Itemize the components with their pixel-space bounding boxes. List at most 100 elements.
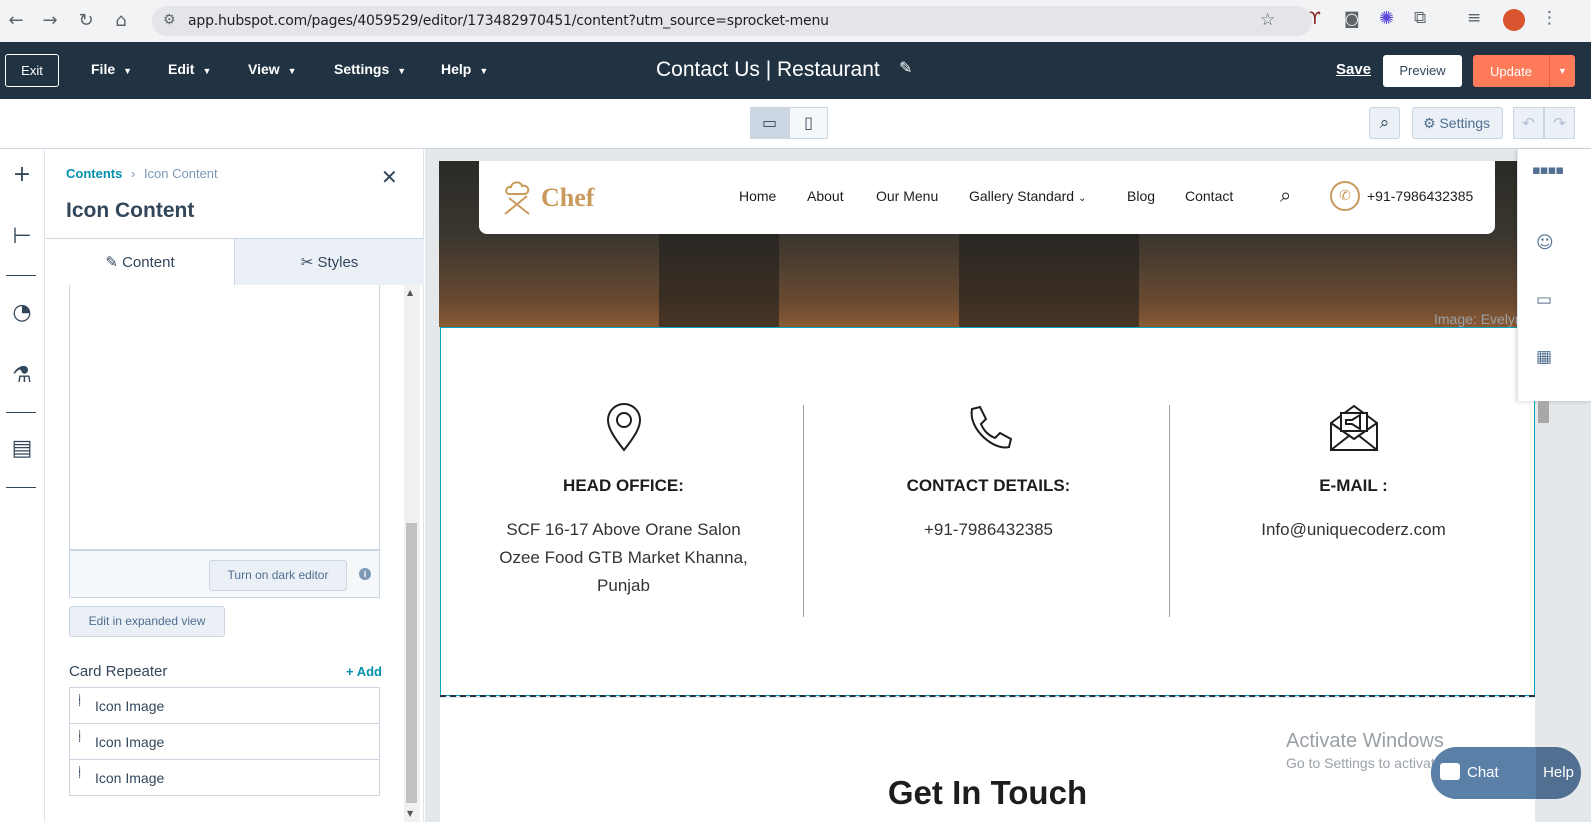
assistant-icon[interactable]: ☺	[1536, 233, 1554, 253]
chevron-down-icon[interactable]: ▼	[1549, 55, 1575, 87]
site-info-icon[interactable]: ⚙	[163, 12, 176, 28]
redo-button[interactable]: ↷	[1544, 107, 1575, 139]
chevron-down-icon: ▼	[397, 66, 407, 76]
kebab-menu-icon[interactable]: ⋮	[1541, 8, 1558, 28]
camera-icon[interactable]: ◙	[1344, 9, 1360, 28]
page-scrollbar-thumb[interactable]	[1538, 401, 1549, 423]
settings-button[interactable]: ⚙ Settings	[1412, 107, 1503, 139]
chevron-down-icon: ▼	[202, 66, 212, 76]
menu-view[interactable]: View ▼	[248, 61, 297, 77]
menu-view-label: View	[248, 61, 280, 77]
chevron-down-icon: ⌄	[1077, 193, 1087, 204]
card-item[interactable]: ⁞ ⁞ Icon Image	[69, 759, 380, 796]
browser-toolbar: ← → ↻ ⌂ ⚙ app.hubspot.com/pages/4059529/…	[0, 0, 1591, 42]
image-credit: Image: Evelyn	[1434, 311, 1523, 327]
star-icon[interactable]: ☆	[1260, 10, 1275, 30]
add-icon[interactable]: +	[8, 161, 36, 189]
rail-divider	[6, 487, 36, 488]
drag-handle-icon[interactable]: ⁞ ⁞	[78, 694, 84, 716]
column-divider	[1169, 405, 1170, 617]
address-line: SCF 16-17 Above Orane Salon	[506, 520, 741, 539]
add-card-button[interactable]: + Add	[346, 664, 382, 679]
tab-styles[interactable]: ✂ Styles	[234, 239, 424, 285]
scroll-down-icon[interactable]: ▼	[407, 809, 413, 818]
page-icon[interactable]: ▤	[8, 435, 36, 463]
card-item[interactable]: ⁞ ⁞ Icon Image	[69, 723, 380, 760]
update-label: Update	[1490, 64, 1532, 79]
puzzle-icon[interactable]: ⧉	[1414, 8, 1426, 28]
chef-logo[interactable]: Chef	[499, 178, 599, 218]
desktop-icon: ▭	[761, 113, 778, 132]
nav-our-menu[interactable]: Our Menu	[876, 188, 938, 204]
help-button[interactable]: Help	[1536, 747, 1581, 799]
nav-about[interactable]: About	[807, 188, 844, 204]
apps-grid-icon[interactable]: ▪▪▪▪	[1532, 163, 1564, 178]
mobile-view-button[interactable]: ▯	[789, 107, 828, 139]
search-icon[interactable]: ⌕	[1280, 183, 1291, 207]
info-icon[interactable]: i	[359, 568, 371, 580]
rail-divider	[6, 275, 36, 276]
desktop-view-button[interactable]: ▭	[750, 107, 789, 139]
forward-arrow-icon[interactable]: →	[40, 11, 60, 31]
editor-footer: Turn on dark editor i	[69, 550, 380, 598]
search-button[interactable]: ⌕	[1369, 107, 1400, 139]
extension-icon[interactable]: ϒ	[1309, 9, 1321, 29]
expanded-view-button[interactable]: Edit in expanded view	[69, 606, 225, 637]
home-icon[interactable]: ⌂	[111, 11, 131, 31]
undo-button[interactable]: ↶	[1513, 107, 1544, 139]
phone-icon	[806, 403, 1171, 458]
tab-content[interactable]: ✎ Content	[46, 239, 234, 285]
card-item-label: Icon Image	[95, 734, 165, 750]
menu-edit-label: Edit	[168, 61, 195, 77]
update-button[interactable]: Update ▼	[1473, 55, 1575, 87]
scrollbar-thumb[interactable]	[406, 523, 417, 803]
panel-scrollbar[interactable]: ▲ ▼	[404, 285, 420, 822]
save-button[interactable]: Save	[1336, 61, 1371, 78]
flask-icon[interactable]: ⚗	[8, 362, 36, 390]
dark-editor-button[interactable]: Turn on dark editor	[209, 560, 347, 591]
chat-widget: Chat Help	[1431, 747, 1581, 799]
calendar-icon[interactable]: ▦	[1536, 347, 1552, 367]
panel-title: Icon Content	[66, 199, 195, 222]
reload-icon[interactable]: ↻	[76, 11, 96, 31]
avatar[interactable]	[1503, 9, 1525, 31]
page-title[interactable]: Contact Us | Restaurant	[656, 58, 880, 82]
address-bar[interactable]: ⚙ app.hubspot.com/pages/4059529/editor/1…	[152, 6, 1312, 36]
scroll-up-icon[interactable]: ▲	[407, 288, 413, 297]
optimize-gauge-icon[interactable]: ◔	[8, 299, 36, 327]
drag-handle-icon[interactable]: ⁞ ⁞	[78, 730, 84, 752]
code-editor[interactable]	[69, 285, 380, 550]
close-icon[interactable]: ✕	[381, 165, 398, 189]
menu-file-label: File	[91, 61, 116, 77]
menu-edit[interactable]: Edit ▼	[168, 61, 211, 77]
pencil-icon[interactable]: ✎	[899, 58, 912, 77]
get-in-touch-section[interactable]: Get In Touch Activate Windows Go to Sett…	[440, 698, 1535, 822]
nav-home[interactable]: Home	[739, 188, 776, 204]
email-column: E-MAIL : Info@uniquecoderz.com	[1171, 328, 1536, 697]
mobile-icon: ▯	[804, 113, 813, 132]
card-item[interactable]: ⁞ ⁞ Icon Image	[69, 687, 380, 724]
settings-label: Settings	[1439, 115, 1491, 131]
menu-settings[interactable]: Settings ▼	[334, 61, 406, 77]
back-arrow-icon[interactable]: ←	[6, 11, 26, 31]
activate-windows-title: Activate Windows	[1286, 730, 1444, 752]
gear-extension-icon[interactable]: ✺	[1379, 8, 1394, 29]
envelope-megaphone-icon	[1171, 403, 1536, 458]
email-heading: E-MAIL :	[1319, 476, 1388, 495]
exit-button[interactable]: Exit	[5, 54, 59, 87]
drag-handle-icon[interactable]: ⁞ ⁞	[78, 766, 84, 788]
menu-file[interactable]: File ▼	[91, 61, 132, 77]
preview-button[interactable]: Preview	[1383, 55, 1462, 87]
contact-info-section[interactable]: HEAD OFFICE: SCF 16-17 Above Orane Salon…	[440, 327, 1535, 696]
layers-icon[interactable]: ⊢	[8, 223, 36, 251]
chat-button[interactable]: Chat	[1431, 747, 1536, 799]
left-rail: + ⊢ ◔ ⚗ ▤	[0, 149, 45, 822]
media-icon[interactable]: ≡	[1467, 8, 1481, 28]
nav-contact[interactable]: Contact	[1185, 188, 1233, 204]
window-icon[interactable]: ▭	[1536, 290, 1552, 310]
nav-blog[interactable]: Blog	[1127, 188, 1155, 204]
breadcrumb-contents[interactable]: Contents	[66, 166, 122, 181]
menu-help[interactable]: Help ▼	[441, 61, 488, 77]
nav-gallery[interactable]: Gallery Standard ⌄	[969, 188, 1086, 204]
nav-phone-number[interactable]: +91-7986432385	[1367, 188, 1473, 204]
